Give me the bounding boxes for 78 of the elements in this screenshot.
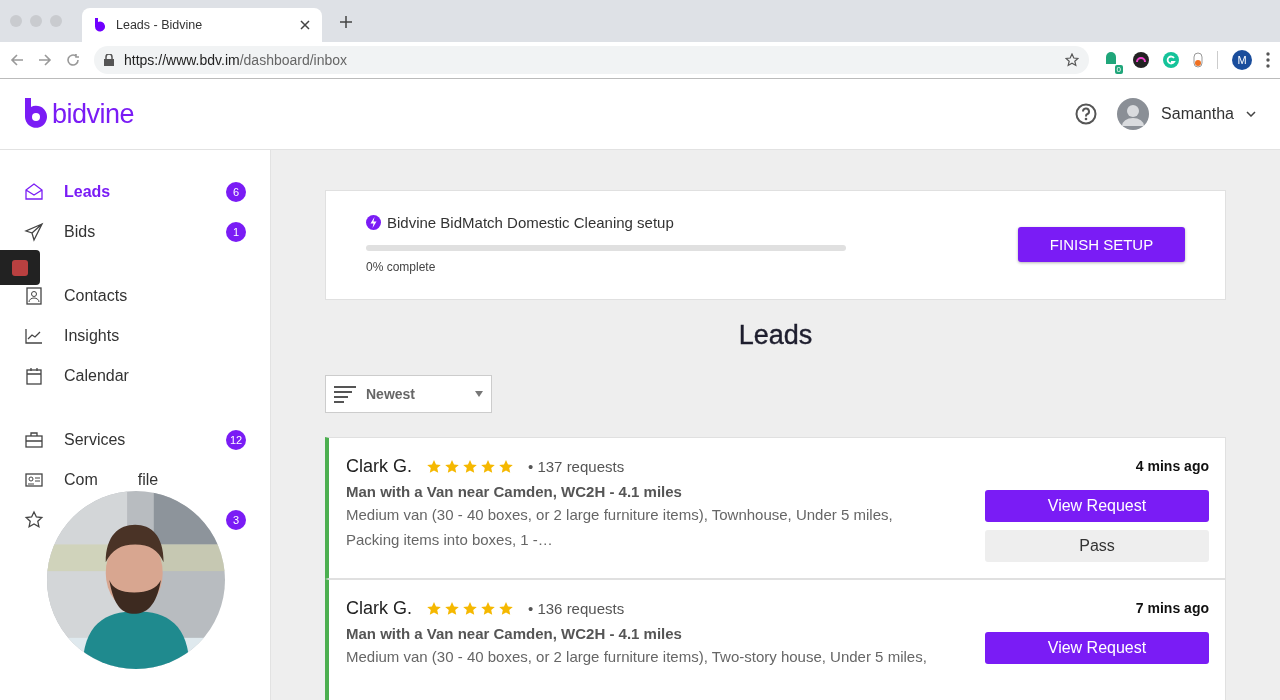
briefcase-icon[interactable] [24, 430, 44, 450]
request-count: • 136 requests [528, 600, 625, 617]
nav-link[interactable]: Com [64, 471, 98, 488]
lead-card[interactable] [325, 437, 1226, 579]
customer-name: Clark G. [346, 598, 412, 619]
star-icon [498, 458, 514, 475]
back-icon[interactable] [10, 53, 24, 67]
view-request-button[interactable]: View Request [985, 490, 1209, 522]
star-icon [426, 458, 442, 475]
star-icon [462, 458, 478, 475]
nav-link[interactable]: Leads [64, 183, 111, 200]
reload-icon[interactable] [66, 53, 80, 67]
view-request-button[interactable]: View Request [985, 632, 1209, 664]
id-card-icon[interactable] [24, 470, 44, 490]
browser-tab[interactable]: Leads - Bidvine [82, 8, 322, 42]
star-icon [426, 600, 442, 617]
stop-record-button[interactable] [0, 250, 40, 285]
logo-text: bidvine [52, 98, 135, 130]
calendar-icon[interactable] [24, 366, 44, 386]
caret-icon [475, 391, 483, 397]
lead-description: Medium van (30 - 40 boxes, or 2 large furniture items), Two-story house, Under 5 miles, [346, 647, 928, 667]
finish-setup-button[interactable]: FINISH SETUP [1018, 226, 1185, 262]
nav-link[interactable]: Calendar [64, 367, 129, 384]
bidvine-logo-icon [94, 18, 106, 32]
sort-icon [334, 385, 356, 403]
nav-link[interactable]: file [137, 471, 159, 488]
lead-title: Man with a Van near Camden, WC2H - 4.1 miles [346, 483, 683, 500]
user-name[interactable]: Samantha [1161, 105, 1234, 123]
count-badge: 12 [226, 430, 246, 450]
paper-plane-icon[interactable] [24, 222, 44, 242]
lock-icon [104, 54, 114, 66]
extension-badge: 0 [1114, 65, 1123, 74]
nav-link[interactable]: Services [64, 431, 126, 448]
star-icon [444, 458, 460, 475]
close-icon[interactable] [300, 20, 310, 30]
count-badge: 6 [226, 182, 246, 202]
setup-title: Bidvine BidMatch Domestic Cleaning setup [387, 214, 674, 231]
lead-title: Man with a Van near Camden, WC2H - 4.1 miles [346, 625, 683, 642]
star-icon[interactable] [1065, 53, 1079, 67]
star-icon [480, 458, 496, 475]
star-icon [462, 600, 478, 617]
bidvine-logo-icon [24, 98, 48, 130]
toggle-icon[interactable] [1193, 52, 1203, 68]
profile-avatar[interactable]: M [1232, 50, 1252, 70]
request-count: • 137 requests [528, 458, 625, 475]
chevron-down-icon[interactable] [1246, 111, 1256, 117]
count-badge: 1 [226, 222, 246, 242]
nav-link[interactable]: Contacts [64, 287, 128, 304]
bell-icon [1103, 50, 1119, 66]
lead-description: Medium van (30 - 40 boxes, or 2 large furniture items), Townhouse, Under 5 miles, Packing items into boxes, 1 -… [346, 505, 894, 550]
contact-card-icon[interactable] [24, 286, 44, 306]
more-icon[interactable] [1266, 52, 1270, 68]
star-icon [498, 600, 514, 617]
nav-link[interactable]: Bids [64, 223, 96, 240]
time-ago: 4 mins ago [1135, 458, 1209, 474]
page-title: Leads [737, 320, 814, 351]
address-bar[interactable]: https://www.bdv.im/dashboard/inbox [94, 46, 1089, 74]
envelope-icon[interactable] [24, 182, 44, 202]
star-icon [444, 600, 460, 617]
count-badge: 3 [226, 510, 246, 530]
time-ago: 7 mins ago [1135, 600, 1209, 616]
lightning-icon [366, 215, 381, 230]
nav-link[interactable]: Insights [64, 327, 120, 344]
lead-card[interactable]: Clark G. • 136 requests Man with a Van near Camden, WC2H - 4.1 miles Medium van (30 - 40 boxes, or 2 large furniture items), Two-story house, Under 5 miles, 7 mins ago View Request [325, 579, 1226, 700]
plus-icon [340, 15, 352, 28]
customer-name: Clark G. [346, 456, 412, 477]
star-icon [480, 600, 496, 617]
sort-dropdown[interactable]: Newest [325, 375, 492, 413]
help-icon[interactable] [1075, 103, 1098, 125]
avatar-icon[interactable] [1117, 98, 1150, 130]
stop-icon [12, 259, 28, 276]
gauge-icon[interactable] [1133, 52, 1149, 68]
progress-text: 0% complete [366, 260, 437, 274]
line-chart-icon[interactable] [24, 326, 44, 346]
tab-title: Leads - Bidvine [116, 18, 204, 32]
pass-button[interactable]: Pass [985, 530, 1209, 562]
star-icon[interactable] [24, 510, 44, 530]
forward-icon[interactable] [38, 53, 52, 67]
